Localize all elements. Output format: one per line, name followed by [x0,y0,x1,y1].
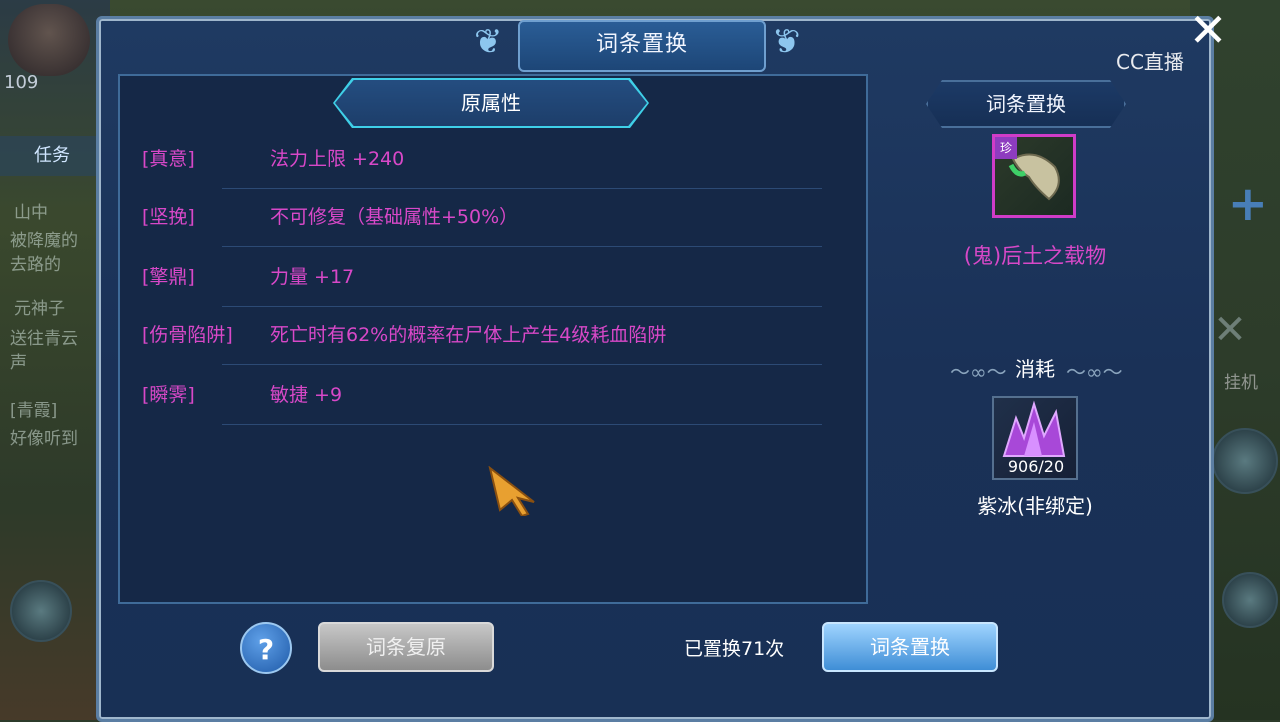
attribute-row[interactable]: [伤骨陷阱] 死亡时有62%的概率在尸体上产生4级耗血陷阱 [142,320,832,378]
quest-text-line: 被降魔的 [10,231,78,251]
quest-tab[interactable]: 任务 [0,136,100,176]
quest-text-line: 好像听到 [10,429,78,449]
replace-section-title: 词条置换 [926,80,1126,128]
action-button-2[interactable] [1222,572,1278,628]
original-attributes-title: 原属性 [461,91,521,115]
attribute-row[interactable]: [坚挽] 不可修复（基础属性+50%） [142,202,832,260]
attribute-value: 死亡时有62%的概率在尸体上产生4级耗血陷阱 [270,324,667,346]
auto-battle-label[interactable]: 挂机 [1224,368,1258,393]
attribute-tag: [真意] [142,148,195,170]
close-button[interactable]: ✕ [1188,7,1228,53]
attribute-tag: [坚挽] [142,206,195,228]
plus-icon[interactable]: + [1228,176,1268,232]
pointer-cursor-icon [488,466,535,516]
help-button[interactable]: ? [240,622,292,674]
quest-text-line: 元神子 [14,299,65,319]
equipment-slot[interactable]: 珍 [992,134,1076,218]
material-count: 906/20 [1007,457,1065,476]
row-divider [222,364,822,365]
attribute-row[interactable]: [瞬霁] 敏捷 +9 [142,380,832,438]
attribute-row[interactable]: [真意] 法力上限 +240 [142,144,832,202]
quest-text-line: 声 [10,353,27,373]
row-divider [222,424,822,425]
action-button[interactable] [1212,428,1278,494]
dialog-title: 词条置换 [518,20,766,72]
row-divider [222,306,822,307]
quest-text-line: 送往青云 [10,329,78,349]
material-slot[interactable]: 906/20 [992,396,1078,480]
attribute-tag: [擎鼎] [142,266,195,288]
purple-crystal-icon [1002,400,1066,457]
row-divider [222,246,822,247]
title-ornament-left: ❦ [474,22,503,62]
consume-ornament-right: ～∞～ [1066,360,1123,384]
row-divider [222,188,822,189]
replace-affix-button[interactable]: 词条置换 [822,622,998,672]
attribute-value: 敏捷 +9 [270,384,343,406]
restore-affix-button[interactable]: 词条复原 [318,622,494,672]
material-name: 紫冰(非绑定) [977,494,1093,518]
quest-text-line: 山中 [14,203,48,223]
attribute-value: 法力上限 +240 [270,148,405,170]
rarity-badge: 珍 [995,137,1017,159]
attribute-tag: [瞬霁] [142,384,195,406]
attribute-tag: [伤骨陷阱] [142,324,233,346]
attribute-row[interactable]: [擎鼎] 力量 +17 [142,262,832,320]
title-ornament-right: ❦ [772,22,801,62]
replaced-count-text: 已置换71次 [684,638,785,660]
quest-text-line: 去路的 [10,255,61,275]
player-level: 109 [4,72,39,93]
attribute-value: 力量 +17 [270,266,355,288]
skill-button[interactable] [10,580,72,642]
player-avatar[interactable] [8,4,90,76]
cc-live-watermark: CC直播 [1116,50,1184,74]
crossed-swords-icon[interactable]: ✕ [1210,310,1250,350]
equipment-name: (鬼)后土之载物 [963,244,1107,268]
quest-text-line: [青霞] [10,401,58,421]
attribute-value: 不可修复（基础属性+50%） [270,206,519,228]
